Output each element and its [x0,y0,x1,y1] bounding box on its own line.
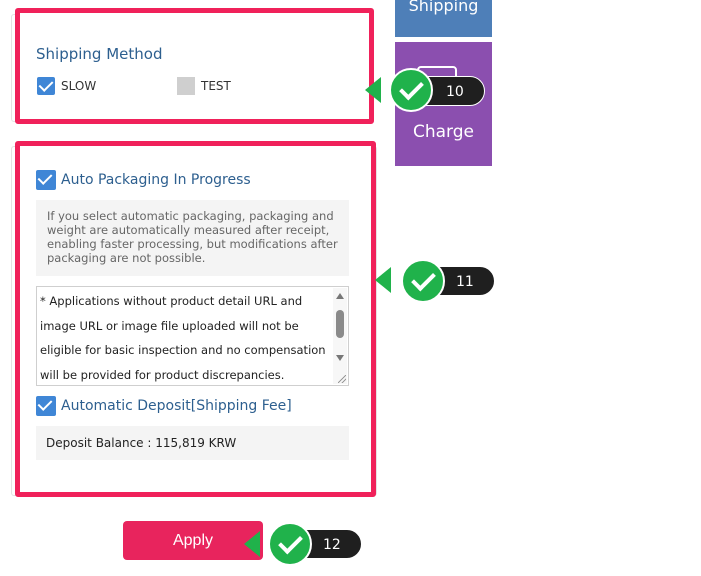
deposit-balance-text: Deposit Balance : 115,819 KRW [46,436,237,450]
scroll-up-icon[interactable] [336,293,344,299]
marker-arrow-icon [375,267,391,293]
shipping-method-highlight: Shipping Method SLOW TEST [15,8,374,124]
step-marker-10: 10 [363,62,488,118]
shipping-option-slow[interactable]: SLOW [37,77,96,95]
checkbox-checked-icon[interactable] [36,396,56,416]
nav-tile-shipping-label: Shipping [408,0,479,15]
marker-arrow-icon [244,531,260,557]
notice-scrollbar[interactable] [333,288,347,384]
packaging-info-box: If you select automatic packaging, packa… [36,200,349,276]
checkbox-checked-icon[interactable] [36,170,56,190]
notice-textarea[interactable]: * Applications without product detail UR… [36,286,349,386]
checkbox-empty-icon[interactable] [177,77,195,95]
resize-grip-icon[interactable] [338,375,346,383]
auto-deposit-option[interactable]: Automatic Deposit[Shipping Fee] [36,396,292,416]
deposit-balance-box: Deposit Balance : 115,819 KRW [36,426,349,460]
check-circle-icon [389,68,433,112]
packaging-info-text: If you select automatic packaging, packa… [47,209,338,265]
nav-tile-charge-label: Charge [412,122,474,142]
step-marker-11-number: 11 [456,274,474,290]
auto-packaging-option[interactable]: Auto Packaging In Progress [36,170,251,190]
step-marker-12: 12 [242,516,367,572]
notice-text: * Applications without product detail UR… [40,294,326,382]
nav-tile-shipping[interactable]: Shipping [395,0,492,37]
step-marker-10-number: 10 [446,84,464,100]
shipping-option-test-label: TEST [201,79,231,93]
step-marker-12-number: 12 [323,537,341,553]
shipping-option-test[interactable]: TEST [177,77,231,95]
check-circle-icon [401,259,445,303]
scroll-down-icon[interactable] [336,355,344,361]
check-circle-icon [268,522,312,566]
auto-deposit-label: Automatic Deposit[Shipping Fee] [61,398,292,414]
marker-arrow-icon [365,77,381,103]
shipping-option-slow-label: SLOW [61,79,97,93]
scroll-thumb[interactable] [336,310,344,338]
step-marker-11: 11 [373,254,498,310]
auto-packaging-label: Auto Packaging In Progress [61,172,251,188]
shipping-method-title: Shipping Method [36,45,163,63]
checkbox-checked-icon[interactable] [37,77,55,95]
